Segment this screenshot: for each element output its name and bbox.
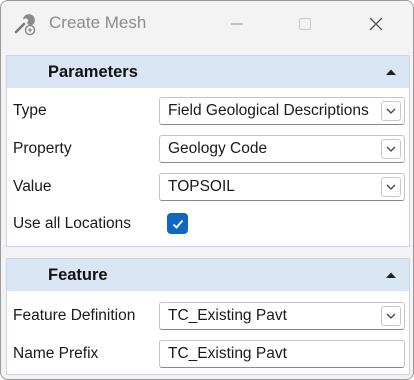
feature-definition-dropdown-button[interactable] bbox=[381, 306, 401, 326]
close-button[interactable] bbox=[361, 10, 391, 38]
feature-definition-value: TC_Existing Pavt bbox=[168, 307, 287, 324]
type-row: Type Field Geological Descriptions bbox=[7, 97, 409, 127]
parameters-panel: Parameters Type Field Geological Descrip… bbox=[6, 55, 410, 247]
chevron-down-icon bbox=[386, 146, 396, 152]
collapse-parameters-icon[interactable] bbox=[383, 64, 399, 80]
feature-definition-row: Feature Definition TC_Existing Pavt bbox=[7, 302, 409, 332]
value-value: TOPSOIL bbox=[168, 178, 235, 195]
parameters-header[interactable]: Parameters bbox=[7, 56, 409, 88]
use-all-locations-label: Use all Locations bbox=[13, 215, 132, 232]
minimize-button[interactable] bbox=[222, 10, 252, 38]
title-bar: Create Mesh bbox=[1, 1, 413, 47]
checkmark-icon bbox=[172, 219, 183, 229]
create-mesh-dialog: Create Mesh Parameters Type Field Geolog… bbox=[0, 0, 414, 380]
type-value: Field Geological Descriptions bbox=[168, 102, 369, 119]
type-dropdown-button[interactable] bbox=[381, 101, 401, 121]
name-prefix-input[interactable]: TC_Existing Pavt bbox=[159, 340, 405, 368]
chevron-down-icon bbox=[386, 313, 396, 319]
property-dropdown-button[interactable] bbox=[381, 139, 401, 159]
feature-definition-dropdown[interactable]: TC_Existing Pavt bbox=[159, 302, 405, 330]
maximize-icon bbox=[298, 17, 312, 31]
property-dropdown[interactable]: Geology Code bbox=[159, 135, 405, 163]
property-label: Property bbox=[13, 140, 72, 157]
feature-definition-label: Feature Definition bbox=[13, 307, 136, 324]
type-label: Type bbox=[13, 102, 47, 119]
mesh-tool-icon bbox=[14, 14, 36, 36]
use-all-locations-checkbox[interactable] bbox=[167, 213, 188, 234]
value-dropdown-button[interactable] bbox=[381, 177, 401, 197]
feature-title: Feature bbox=[48, 266, 108, 284]
feature-header[interactable]: Feature bbox=[7, 259, 409, 291]
collapse-feature-icon[interactable] bbox=[383, 267, 399, 283]
name-prefix-row: Name Prefix TC_Existing Pavt bbox=[7, 340, 409, 370]
maximize-button[interactable] bbox=[290, 10, 320, 38]
property-row: Property Geology Code bbox=[7, 135, 409, 165]
chevron-down-icon bbox=[386, 108, 396, 114]
value-row: Value TOPSOIL bbox=[7, 173, 409, 203]
close-icon bbox=[369, 17, 383, 31]
name-prefix-value: TC_Existing Pavt bbox=[168, 345, 287, 362]
window-title: Create Mesh bbox=[49, 13, 147, 32]
value-label: Value bbox=[13, 178, 52, 195]
feature-panel: Feature Feature Definition TC_Existing P… bbox=[6, 258, 410, 375]
parameters-title: Parameters bbox=[48, 63, 138, 81]
value-dropdown[interactable]: TOPSOIL bbox=[159, 173, 405, 201]
type-dropdown[interactable]: Field Geological Descriptions bbox=[159, 97, 405, 125]
chevron-down-icon bbox=[386, 184, 396, 190]
use-all-locations-row: Use all Locations bbox=[7, 210, 409, 240]
name-prefix-label: Name Prefix bbox=[13, 345, 99, 362]
property-value: Geology Code bbox=[168, 140, 268, 157]
minimize-icon bbox=[231, 23, 243, 25]
